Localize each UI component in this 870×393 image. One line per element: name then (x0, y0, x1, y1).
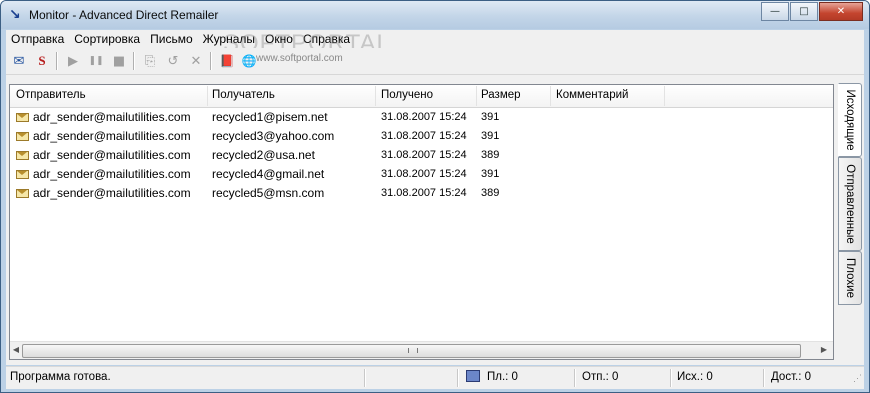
app-arrow-icon: ↘ (9, 7, 21, 23)
column-divider[interactable] (207, 86, 208, 106)
status-bar: Программа готова. Пл.: 0 Отп.: 0 Исх.: 0… (6, 366, 864, 389)
column-sender[interactable]: Отправитель (16, 89, 86, 101)
status-delivered: Дост.: 0 (771, 371, 812, 383)
row-size: 391 (481, 168, 500, 180)
row-sender: adr_sender@mailutilities.com (33, 148, 191, 162)
tab-outgoing[interactable]: Исходящие (838, 83, 862, 157)
window-controls: — □ ✕ (761, 2, 863, 21)
column-comment[interactable]: Комментарий (556, 89, 628, 101)
envelope-icon (16, 189, 29, 198)
tab-label: Исходящие (844, 89, 856, 151)
row-size: 389 (481, 149, 500, 161)
toolbar-separator (210, 52, 212, 70)
window-title: Monitor - Advanced Direct Remailer (29, 8, 219, 22)
row-recipient: recycled5@msn.com (212, 186, 325, 200)
envelope-icon (16, 151, 29, 160)
smtp-icon[interactable]: S (33, 52, 51, 70)
row-sender: adr_sender@mailutilities.com (33, 129, 191, 143)
column-divider[interactable] (375, 86, 376, 106)
status-sent: Отп.: 0 (582, 371, 619, 383)
stop-icon[interactable]: ■ (110, 52, 128, 70)
column-divider[interactable] (664, 86, 665, 106)
row-recipient: recycled3@yahoo.com (212, 129, 335, 143)
app-window: ↘ Monitor - Advanced Direct Remailer — □… (0, 0, 870, 393)
row-size: 389 (481, 187, 500, 199)
toolbar: ✉ S ▶ ❚❚ ■ ⎘ ↺ ✕ 📕 🌐 (6, 48, 864, 75)
column-recipient[interactable]: Получатель (212, 89, 275, 101)
table-row[interactable]: adr_sender@mailutilities.com recycled1@p… (10, 108, 833, 127)
status-message: Программа готова. (10, 371, 111, 383)
copy-icon[interactable]: ⎘ (141, 52, 159, 70)
delete-icon[interactable]: ✕ (187, 52, 205, 70)
pause-icon[interactable]: ❚❚ (87, 52, 105, 70)
row-sender: adr_sender@mailutilities.com (33, 186, 191, 200)
row-recipient: recycled1@pisem.net (212, 110, 328, 124)
row-size: 391 (481, 130, 500, 142)
toolbar-separator (133, 52, 135, 70)
status-separator (763, 369, 765, 387)
menu-message[interactable]: Письмо (145, 32, 198, 46)
row-recipient: recycled2@usa.net (212, 148, 315, 162)
tab-bad[interactable]: Плохие (838, 251, 862, 305)
tab-label: Плохие (844, 258, 856, 298)
minimize-button[interactable]: — (761, 2, 789, 21)
scroll-left-arrow-icon[interactable]: ◀ (11, 345, 21, 355)
envelope-icon (16, 113, 29, 122)
menu-send[interactable]: Отправка (6, 32, 69, 46)
address-book-icon[interactable]: 📕 (218, 52, 236, 70)
close-button[interactable]: ✕ (819, 2, 863, 21)
envelope-icon (16, 170, 29, 179)
watermark-url: www.softportal.com (256, 53, 343, 64)
row-size: 391 (481, 111, 500, 123)
toolbar-separator (56, 52, 58, 70)
play-icon[interactable]: ▶ (64, 52, 82, 70)
table-row[interactable]: adr_sender@mailutilities.com recycled2@u… (10, 146, 833, 165)
row-recipient: recycled4@gmail.net (212, 167, 325, 181)
title-bar[interactable]: ↘ Monitor - Advanced Direct Remailer — □… (1, 1, 869, 29)
row-received: 31.08.2007 15:24 (381, 187, 467, 199)
resend-icon[interactable]: ↺ (164, 52, 182, 70)
column-received[interactable]: Получено (381, 89, 433, 101)
maximize-button[interactable]: □ (790, 2, 818, 21)
tab-sent[interactable]: Отправленные (838, 157, 862, 251)
row-received: 31.08.2007 15:24 (381, 149, 467, 161)
tab-label: Отправленные (844, 164, 856, 244)
row-received: 31.08.2007 15:24 (381, 130, 467, 142)
table-row[interactable]: adr_sender@mailutilities.com recycled5@m… (10, 184, 833, 203)
status-planned: Пл.: 0 (487, 371, 518, 383)
main-area: Отправитель Получатель Получено Размер К… (6, 75, 864, 365)
row-sender: adr_sender@mailutilities.com (33, 110, 191, 124)
row-sender: adr_sender@mailutilities.com (33, 167, 191, 181)
column-size[interactable]: Размер (481, 89, 521, 101)
scroll-right-arrow-icon[interactable]: ▶ (819, 345, 829, 355)
computer-icon (466, 370, 480, 382)
table-row[interactable]: adr_sender@mailutilities.com recycled3@y… (10, 127, 833, 146)
column-divider[interactable] (550, 86, 551, 106)
scrollbar-grip (407, 348, 418, 353)
status-separator (574, 369, 576, 387)
menu-bar: Отправка Сортировка Письмо Журналы Окно … (6, 30, 864, 48)
new-message-icon[interactable]: ✉ (10, 52, 28, 70)
status-separator (670, 369, 672, 387)
row-received: 31.08.2007 15:24 (381, 111, 467, 123)
menu-sort[interactable]: Сортировка (69, 32, 145, 46)
list-header: Отправитель Получатель Получено Размер К… (10, 85, 833, 108)
horizontal-scrollbar[interactable]: ◀ ▶ (10, 341, 833, 359)
row-received: 31.08.2007 15:24 (381, 168, 467, 180)
table-row[interactable]: adr_sender@mailutilities.com recycled4@g… (10, 165, 833, 184)
status-separator (364, 369, 366, 387)
scrollbar-thumb[interactable] (22, 344, 801, 358)
resize-grip-icon[interactable]: ⋰ (853, 373, 862, 384)
envelope-icon (16, 132, 29, 141)
status-separator (457, 369, 459, 387)
status-outgoing: Исх.: 0 (677, 371, 713, 383)
message-list[interactable]: Отправитель Получатель Получено Размер К… (9, 84, 834, 360)
column-divider[interactable] (476, 86, 477, 106)
